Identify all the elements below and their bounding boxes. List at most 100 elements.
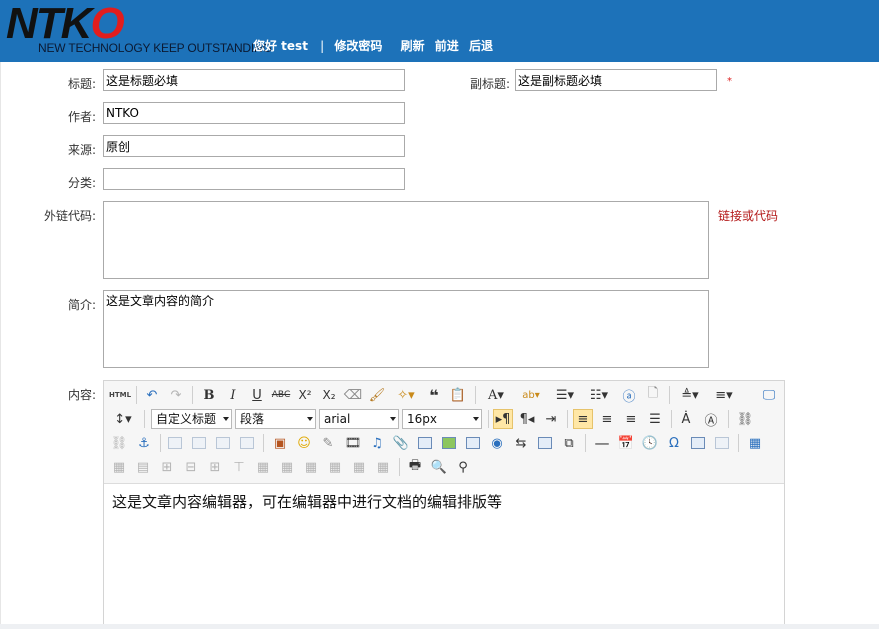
date-icon[interactable]: 📅 (616, 433, 636, 453)
select-all-icon[interactable]: ⓐ (619, 385, 639, 405)
underline-icon[interactable]: U (247, 385, 267, 405)
insert-video-icon[interactable]: 🎞 (343, 433, 363, 453)
insert-paragraph-before-table-icon[interactable]: ▤ (133, 457, 153, 477)
summary-label: 简介: (67, 298, 96, 312)
clear-doc-icon[interactable]: 🗋 (643, 385, 663, 405)
row-spacing-bottom-icon[interactable]: ≡▾ (710, 385, 738, 405)
refresh-link[interactable]: 刷新 (401, 39, 425, 53)
insert-table-icon[interactable]: ▦ (745, 433, 765, 453)
emotion-icon[interactable]: ☺ (294, 433, 314, 453)
split-cols-icon[interactable]: ▦ (373, 457, 393, 477)
rtl-direction-icon[interactable]: ¶◂ (517, 409, 537, 429)
snapscreen-icon[interactable] (688, 433, 708, 453)
image-right-icon[interactable] (213, 433, 233, 453)
unordered-list-icon[interactable]: ☷▾ (585, 385, 613, 405)
auto-format-icon[interactable]: ✧▾ (392, 385, 420, 405)
music-icon[interactable]: ♫ (367, 433, 387, 453)
unlink-icon[interactable]: ⛓ (109, 433, 129, 453)
delete-row-icon[interactable]: ⊟ (181, 457, 201, 477)
search-replace-icon[interactable]: ⚲ (453, 457, 473, 477)
horizontal-rule-icon[interactable]: — (592, 433, 612, 453)
time-icon[interactable]: 🕓 (640, 433, 660, 453)
bold-icon[interactable]: B (199, 385, 219, 405)
align-left-icon[interactable]: ≡ (573, 409, 593, 429)
image-center-icon[interactable] (237, 433, 257, 453)
forward-link[interactable]: 前进 (435, 39, 459, 53)
font-family-select[interactable]: arial (319, 409, 399, 429)
line-height-icon[interactable]: ↕▾ (109, 409, 137, 429)
source-input[interactable] (103, 135, 405, 157)
merge-right-icon[interactable]: ▦ (277, 457, 297, 477)
eraser-icon[interactable]: ⌫ (343, 385, 363, 405)
blockquote-icon[interactable]: ❝ (424, 385, 444, 405)
ordered-list-icon[interactable]: ☰▾ (551, 385, 579, 405)
title-label: 标题: (67, 77, 96, 91)
insert-image-icon[interactable]: ▣ (270, 433, 290, 453)
anchor-icon[interactable]: ⚓ (134, 433, 154, 453)
redo-icon[interactable]: ↷ (166, 385, 186, 405)
paste-text-icon[interactable]: 📋 (448, 385, 468, 405)
split-cells-icon[interactable]: ▦ (325, 457, 345, 477)
author-label: 作者: (67, 110, 96, 124)
undo-icon[interactable]: ↶ (142, 385, 162, 405)
insert-frame-icon[interactable] (463, 433, 483, 453)
align-center-icon[interactable]: ≡ (597, 409, 617, 429)
word-image-icon[interactable] (712, 433, 732, 453)
special-chars-icon[interactable]: Ω (664, 433, 684, 453)
subtitle-label: 副标题: (469, 77, 510, 91)
indent-icon[interactable]: ⇥ (541, 409, 561, 429)
paragraph-select[interactable]: 段落 (235, 409, 316, 429)
delete-table-icon[interactable]: ▦ (109, 457, 129, 477)
strikethrough-icon[interactable]: ABC (271, 385, 291, 405)
ntko-logo: NTKO NEW TECHNOLOGY KEEP OUTSTANDING (4, 2, 272, 58)
summary-textarea[interactable]: 这是文章内容的简介 (103, 290, 709, 368)
to-uppercase-icon[interactable]: Ȧ (676, 409, 696, 429)
google-map-icon[interactable] (439, 433, 459, 453)
editor-body-text[interactable]: 这是文章内容编辑器，可在编辑器中进行文档的编辑排版等 (112, 491, 502, 512)
image-left-icon[interactable] (189, 433, 209, 453)
split-rows-icon[interactable]: ▦ (349, 457, 369, 477)
back-link[interactable]: 后退 (469, 39, 493, 53)
merge-down-icon[interactable]: ▦ (301, 457, 321, 477)
superscript-icon[interactable]: X² (295, 385, 315, 405)
to-lowercase-icon[interactable]: Ⓐ (701, 409, 721, 429)
category-input[interactable] (103, 168, 405, 190)
map-icon[interactable] (415, 433, 435, 453)
html-source-icon[interactable]: HTML (109, 385, 131, 405)
font-size-select[interactable]: 16px (402, 409, 482, 429)
web-app-icon[interactable]: ◉ (487, 433, 507, 453)
link-code-textarea[interactable] (103, 201, 709, 279)
font-color-icon[interactable]: A▾ (482, 385, 510, 405)
format-painter-icon[interactable]: 🖌 (367, 385, 387, 405)
print-icon[interactable]: 🖶 (405, 457, 425, 477)
italic-icon[interactable]: I (223, 385, 243, 405)
page-break-icon[interactable]: ⇆ (511, 433, 531, 453)
top-nav: 您好 test | 修改密码 刷新 前进 后退 (253, 37, 499, 54)
scrawl-icon[interactable]: ✎ (318, 433, 338, 453)
preview-icon[interactable]: 🔍 (429, 457, 449, 477)
row-spacing-top-icon[interactable]: ≜▾ (676, 385, 704, 405)
delete-col-icon[interactable]: ⊤ (229, 457, 249, 477)
highlight-color-icon[interactable]: ab▾ (516, 385, 546, 405)
template-icon[interactable]: ⧉ (559, 433, 579, 453)
change-password-link[interactable]: 修改密码 (334, 39, 382, 53)
align-justify-icon[interactable]: ☰ (645, 409, 665, 429)
bottom-bar (0, 624, 879, 629)
link-code-hint: 链接或代码 (718, 209, 779, 223)
subscript-icon[interactable]: X₂ (319, 385, 339, 405)
insert-row-icon[interactable]: ⊞ (157, 457, 177, 477)
attachment-icon[interactable]: 📎 (391, 433, 411, 453)
subtitle-input[interactable] (515, 69, 717, 91)
custom-title-select[interactable]: 自定义标题 (151, 409, 232, 429)
image-none-icon[interactable] (165, 433, 185, 453)
ltr-direction-icon[interactable]: ▸¶ (493, 409, 513, 429)
insert-col-icon[interactable]: ⊞ (205, 457, 225, 477)
align-right-icon[interactable]: ≡ (621, 409, 641, 429)
editor-toolbar: HTML ↶ ↷ B I U ABC X² X₂ ⌫ 🖌 ✧▾ ❝ 📋 A▾ a… (104, 381, 784, 484)
author-input[interactable] (103, 102, 405, 124)
fullscreen-icon[interactable]: 🖵 (759, 385, 779, 405)
background-icon[interactable] (535, 433, 555, 453)
link-icon[interactable]: ⛓ (735, 409, 755, 429)
merge-cells-icon[interactable]: ▦ (253, 457, 273, 477)
title-input[interactable] (103, 69, 405, 91)
